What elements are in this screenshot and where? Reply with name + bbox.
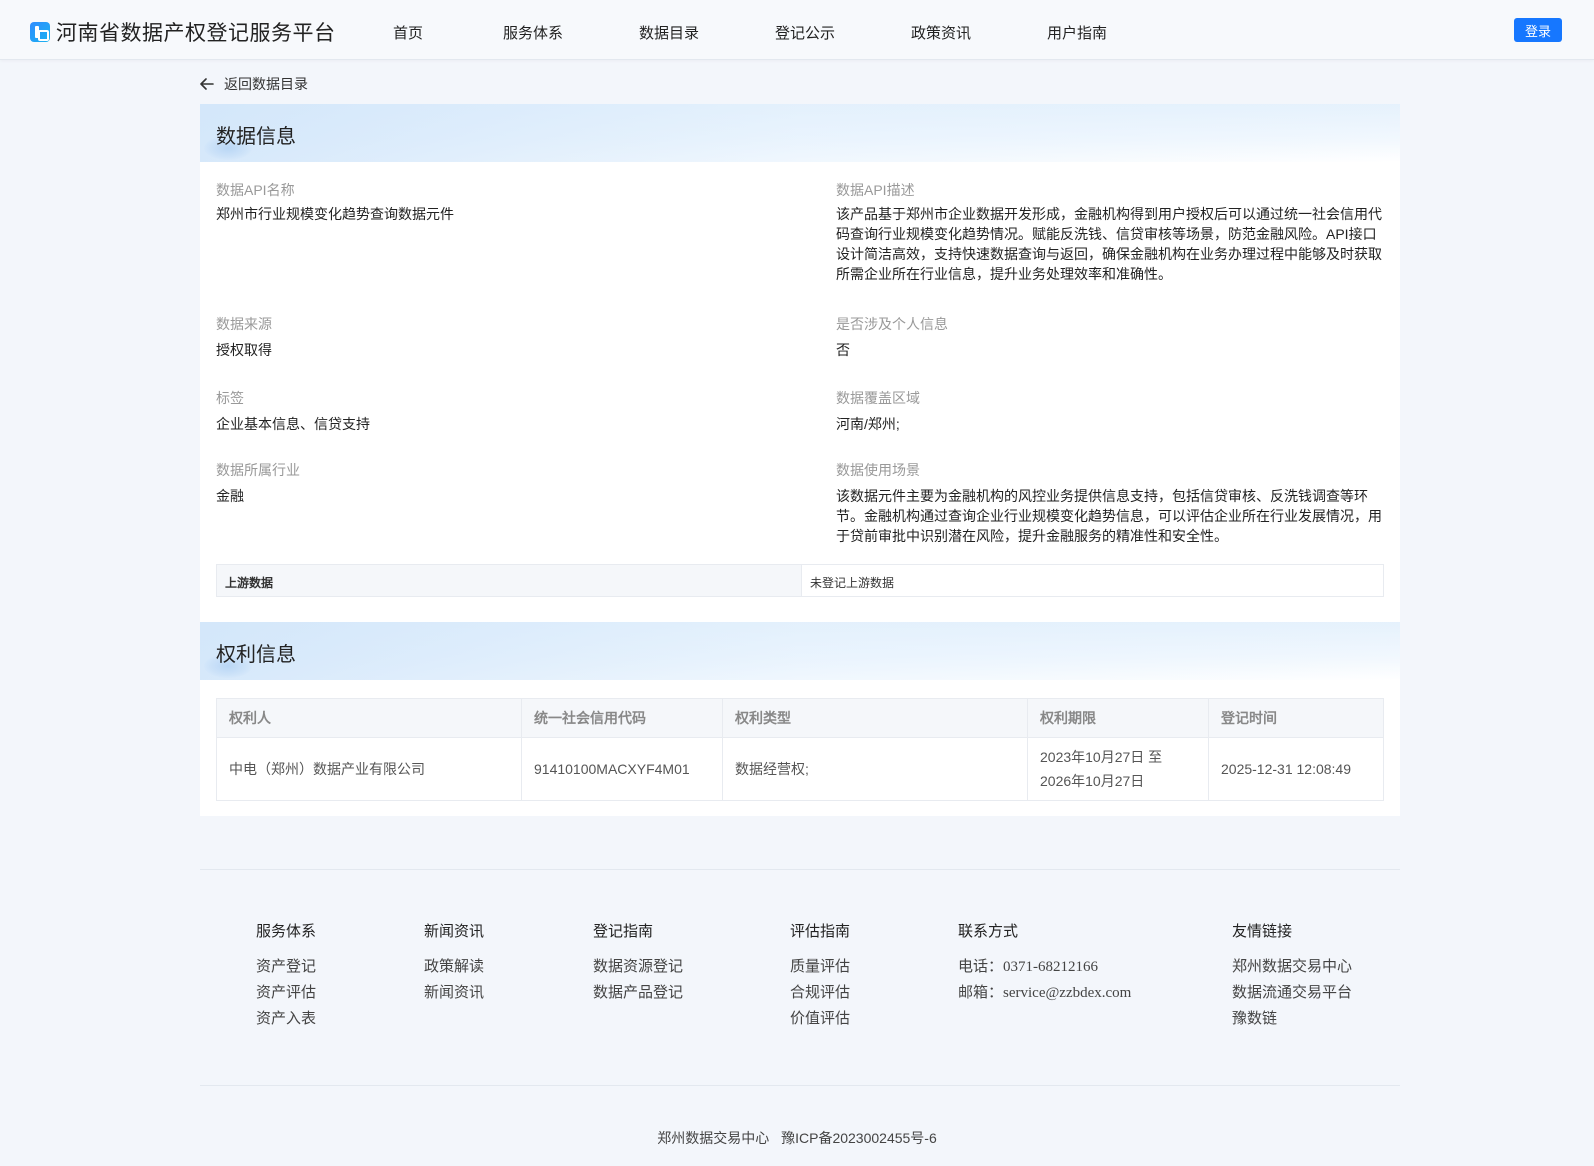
column-header-holder: 权利人 — [216, 698, 522, 738]
footer-column-title: 服务体系 — [256, 923, 317, 940]
column-header-registered-at: 登记时间 — [1208, 698, 1384, 738]
column-header-term: 权利期限 — [1027, 698, 1209, 738]
footer-link[interactable]: 政策解读 — [424, 955, 484, 981]
footer-divider-bottom — [200, 1085, 1400, 1086]
nav-home[interactable]: 首页 — [393, 22, 423, 43]
coverage-area-label: 数据覆盖区域 — [836, 390, 920, 406]
footer-divider-top — [200, 869, 1400, 870]
data-info-panel: 数据信息 数据API名称 郑州市行业规模变化趋势查询数据元件 数据API描述 该… — [200, 104, 1400, 622]
coverage-area-value: 河南/郑州; — [836, 416, 900, 432]
table-row: 中电（郑州）数据产业有限公司 91410100MACXYF4M01 数据经营权;… — [216, 737, 1384, 801]
footer-column-evaluation-guide: 评估指南 质量评估 合规评估 价值评估 — [790, 920, 850, 1033]
copyright-bar: 郑州数据交易中心 豫ICP备2023002455号-6 — [0, 1128, 1594, 1148]
footer-column-news: 新闻资讯 政策解读 新闻资讯 — [424, 920, 484, 1007]
tags-value: 企业基本信息、信贷支持 — [216, 416, 370, 432]
back-link-label: 返回数据目录 — [224, 76, 308, 92]
nav-policy-news[interactable]: 政策资讯 — [911, 22, 971, 43]
back-to-catalog-link[interactable]: 返回数据目录 — [200, 74, 308, 94]
api-description-value: 该产品基于郑州市企业数据开发形成，金融机构得到用户授权后可以通过统一社会信用代码… — [836, 206, 1382, 282]
upstream-data-row: 上游数据 未登记上游数据 — [216, 564, 1384, 597]
footer-link[interactable]: 质量评估 — [790, 955, 850, 981]
contact-email[interactable]: 邮箱：service@zzbdex.com — [958, 981, 1131, 1007]
footer-column-title: 联系方式 — [958, 923, 1019, 940]
term-start: 2023年10月27日 至 — [1040, 749, 1163, 765]
footer-link[interactable]: 新闻资讯 — [424, 981, 484, 1007]
footer-column-title: 登记指南 — [593, 923, 654, 940]
holder-cell: 中电（郑州）数据产业有限公司 — [216, 737, 522, 801]
data-source-value: 授权取得 — [216, 342, 272, 358]
footer-link[interactable]: 价值评估 — [790, 1007, 850, 1033]
personal-info-value: 否 — [836, 342, 850, 358]
rights-table-header-row: 权利人 统一社会信用代码 权利类型 权利期限 登记时间 — [216, 698, 1384, 738]
icp-record-link[interactable]: 豫ICP备2023002455号-6 — [781, 1130, 937, 1146]
usage-scenario-value: 该数据元件主要为金融机构的风控业务提供信息支持，包括信贷审核、反洗钱调查等环节。… — [836, 488, 1382, 544]
usage-scenario-label: 数据使用场景 — [836, 462, 920, 478]
footer-link[interactable]: 豫数链 — [1232, 1007, 1352, 1033]
footer-link[interactable]: 郑州数据交易中心 — [1232, 955, 1352, 981]
api-description-label: 数据API描述 — [836, 182, 915, 198]
footer-column-title: 评估指南 — [790, 923, 851, 940]
contact-phone: 电话：0371-68212166 — [958, 959, 1098, 975]
nav-services[interactable]: 服务体系 — [503, 22, 563, 43]
footer-column-registration-guide: 登记指南 数据资源登记 数据产品登记 — [593, 920, 683, 1007]
api-name-value: 郑州市行业规模变化趋势查询数据元件 — [216, 206, 454, 222]
arrow-left-icon — [200, 78, 214, 90]
top-header: 河南省数据产权登记服务平台 首页 服务体系 数据目录 登记公示 政策资讯 用户指… — [0, 0, 1594, 60]
footer-link[interactable]: 资产评估 — [256, 981, 316, 1007]
data-source-label: 数据来源 — [216, 316, 272, 332]
footer-column-friend-links: 友情链接 郑州数据交易中心 数据流通交易平台 豫数链 — [1232, 920, 1352, 1033]
registered-at-cell: 2025-12-31 12:08:49 — [1208, 737, 1384, 801]
login-button[interactable]: 登录 — [1514, 18, 1562, 42]
industry-label: 数据所属行业 — [216, 462, 300, 478]
api-name-label: 数据API名称 — [216, 182, 295, 198]
nav-data-catalog[interactable]: 数据目录 — [639, 22, 699, 43]
upstream-data-value: 未登记上游数据 — [810, 576, 895, 590]
footer-column-title: 友情链接 — [1232, 923, 1293, 940]
footer-link[interactable]: 数据流通交易平台 — [1232, 981, 1352, 1007]
footer-column-title: 新闻资讯 — [424, 923, 485, 940]
column-header-credit-code: 统一社会信用代码 — [521, 698, 723, 738]
logo-icon — [30, 22, 50, 42]
footer-column-services: 服务体系 资产登记 资产评估 资产入表 — [256, 920, 316, 1033]
upstream-data-label: 上游数据 — [217, 565, 802, 596]
rights-info-header: 权利信息 — [200, 622, 1400, 680]
footer-org-name: 郑州数据交易中心 — [657, 1130, 770, 1146]
footer-link[interactable]: 资产登记 — [256, 955, 316, 981]
rights-table: 权利人 统一社会信用代码 权利类型 权利期限 登记时间 中电（郑州）数据产业有限… — [216, 698, 1384, 801]
right-type-cell: 数据经营权; — [722, 737, 1028, 801]
data-info-header: 数据信息 — [200, 104, 1400, 162]
personal-info-label: 是否涉及个人信息 — [836, 316, 948, 332]
footer-column-contact: 联系方式 电话：0371-68212166 邮箱：service@zzbdex.… — [958, 920, 1131, 1007]
data-info-title: 数据信息 — [216, 126, 296, 148]
site-title: 河南省数据产权登记服务平台 — [56, 22, 336, 45]
term-cell: 2023年10月27日 至 2026年10月27日 — [1027, 737, 1209, 801]
rights-info-title: 权利信息 — [216, 644, 296, 666]
nav-registration-notice[interactable]: 登记公示 — [775, 22, 835, 43]
footer-link[interactable]: 资产入表 — [256, 1007, 316, 1033]
site-logo[interactable]: 河南省数据产权登记服务平台 — [30, 17, 336, 47]
credit-code-cell: 91410100MACXYF4M01 — [521, 737, 723, 801]
nav-user-guide[interactable]: 用户指南 — [1047, 22, 1107, 43]
column-header-right-type: 权利类型 — [722, 698, 1028, 738]
rights-info-panel: 权利信息 权利人 统一社会信用代码 权利类型 权利期限 登记时间 中电（郑州）数… — [200, 622, 1400, 816]
term-end: 2026年10月27日 — [1040, 773, 1145, 789]
footer-link[interactable]: 合规评估 — [790, 981, 850, 1007]
tags-label: 标签 — [216, 390, 244, 406]
footer-link[interactable]: 数据资源登记 — [593, 955, 683, 981]
footer-link[interactable]: 数据产品登记 — [593, 981, 683, 1007]
industry-value: 金融 — [216, 488, 244, 504]
